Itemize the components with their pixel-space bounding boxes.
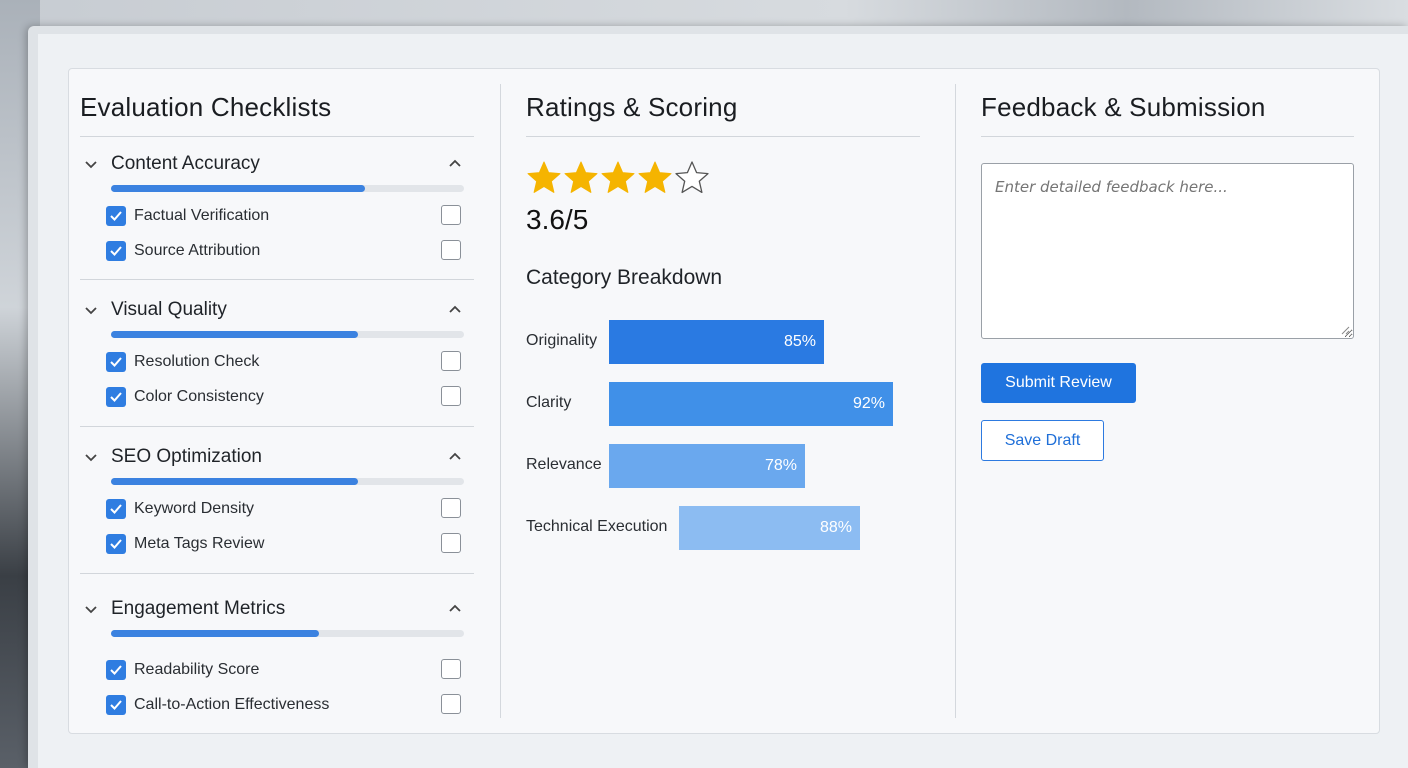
checklist-item-label: Color Consistency <box>134 388 264 405</box>
section-header[interactable]: Engagement Metrics <box>80 595 474 625</box>
section-progress-fill <box>111 478 359 485</box>
section-divider <box>80 279 474 280</box>
checkmark-icon <box>110 504 122 514</box>
section-header[interactable]: Content Accuracy <box>80 150 474 180</box>
category-bar-relevance: 78% <box>609 444 805 488</box>
star-filled-icon[interactable] <box>637 160 673 196</box>
section-title: SEO Optimization <box>111 446 262 467</box>
checkmark-icon <box>110 700 122 710</box>
checkbox-unchecked[interactable] <box>441 533 461 553</box>
chevron-down-icon[interactable] <box>84 451 98 465</box>
checklist-section-engagement-metrics: Engagement Metrics Readability Score Cal… <box>80 595 474 715</box>
section-divider <box>80 426 474 427</box>
checklist-section-seo-optimization: SEO Optimization Keyword Density Meta Ta… <box>80 443 474 554</box>
checkbox-unchecked[interactable] <box>441 240 461 260</box>
submit-review-button[interactable]: Submit Review <box>981 363 1136 403</box>
checklists-title: Evaluation Checklists <box>80 92 332 122</box>
section-progress-fill <box>111 630 320 637</box>
chevron-up-icon[interactable] <box>448 156 462 170</box>
checkbox-unchecked[interactable] <box>441 351 461 371</box>
checklist-item: Resolution Check <box>106 351 462 373</box>
section-progress-bar <box>111 185 464 192</box>
checklist-item: Keyword Density <box>106 498 462 520</box>
checklist-item-label: Keyword Density <box>134 500 255 517</box>
checkbox-checked[interactable] <box>106 352 126 372</box>
save-draft-button[interactable]: Save Draft <box>981 420 1104 461</box>
checkbox-unchecked[interactable] <box>441 694 461 714</box>
checkmark-icon <box>110 392 122 402</box>
score-value: 3.6/5 <box>526 204 589 235</box>
checkbox-unchecked[interactable] <box>441 386 461 406</box>
checkmark-icon <box>110 539 122 549</box>
checkmark-icon <box>110 211 122 221</box>
checkbox-unchecked[interactable] <box>441 205 461 225</box>
feedback-title-rule <box>981 136 1354 137</box>
star-filled-icon[interactable] <box>526 160 562 196</box>
category-bar-clarity: 92% <box>609 382 893 426</box>
section-progress-bar <box>111 630 464 637</box>
section-progress-bar <box>111 331 464 338</box>
checkbox-checked[interactable] <box>106 695 126 715</box>
checkbox-checked[interactable] <box>106 499 126 519</box>
section-title: Visual Quality <box>111 299 227 320</box>
star-empty-icon[interactable] <box>674 160 710 196</box>
star-filled-icon[interactable] <box>563 160 599 196</box>
feedback-textarea[interactable] <box>981 163 1354 339</box>
checklist-item-label: Meta Tags Review <box>134 535 265 552</box>
checklist-item: Readability Score <box>106 659 462 681</box>
chevron-down-icon[interactable] <box>84 304 98 318</box>
checklist-item: Color Consistency <box>106 386 462 408</box>
checkbox-checked[interactable] <box>106 387 126 407</box>
checkmark-icon <box>110 357 122 367</box>
chevron-up-icon[interactable] <box>448 601 462 615</box>
checklist-item-label: Readability Score <box>134 661 260 678</box>
category-label-clarity: Clarity <box>526 394 572 411</box>
category-label-relevance: Relevance <box>526 456 602 473</box>
section-header[interactable]: SEO Optimization <box>80 443 474 473</box>
star-filled-icon[interactable] <box>600 160 636 196</box>
ratings-title-rule <box>526 136 920 137</box>
category-breakdown-title: Category Breakdown <box>526 266 723 289</box>
checklist-item: Meta Tags Review <box>106 533 462 555</box>
checklist-section-visual-quality: Visual Quality Resolution Check Color Co… <box>80 296 474 407</box>
checklist-item: Source Attribution <box>106 240 462 262</box>
column-divider-2 <box>955 84 956 718</box>
section-title: Content Accuracy <box>111 153 260 174</box>
section-progress-fill <box>111 185 366 192</box>
column-divider-1 <box>500 84 501 718</box>
resize-grip-icon[interactable] <box>1340 325 1350 335</box>
checkmark-icon <box>110 246 122 256</box>
checklist-item: Call-to-Action Effectiveness <box>106 694 462 716</box>
chevron-down-icon[interactable] <box>84 158 98 172</box>
section-title: Engagement Metrics <box>111 598 286 619</box>
category-label-technical-execution: Technical Execution <box>526 518 668 535</box>
checklist-item-label: Source Attribution <box>134 242 261 259</box>
checkbox-checked[interactable] <box>106 660 126 680</box>
category-label-originality: Originality <box>526 332 598 349</box>
section-progress-fill <box>111 331 359 338</box>
checkbox-checked[interactable] <box>106 241 126 261</box>
checklist-item-label: Call-to-Action Effectiveness <box>134 696 330 713</box>
section-progress-bar <box>111 478 464 485</box>
checklist-item-label: Factual Verification <box>134 207 270 224</box>
category-bar-technical-execution: 88% <box>679 506 860 550</box>
chevron-down-icon[interactable] <box>84 603 98 617</box>
category-bar-originality: 85% <box>609 320 824 364</box>
checkbox-unchecked[interactable] <box>441 498 461 518</box>
checkbox-unchecked[interactable] <box>441 659 461 679</box>
checklists-title-rule <box>80 136 474 137</box>
checklist-section-content-accuracy: Content Accuracy Factual Verification So… <box>80 150 474 261</box>
checkbox-checked[interactable] <box>106 534 126 554</box>
feedback-title: Feedback & Submission <box>981 92 1266 122</box>
checklist-item-label: Resolution Check <box>134 353 260 370</box>
checkmark-icon <box>110 665 122 675</box>
section-header[interactable]: Visual Quality <box>80 296 474 326</box>
checkbox-checked[interactable] <box>106 206 126 226</box>
ratings-title: Ratings & Scoring <box>526 92 738 122</box>
section-divider <box>80 573 474 574</box>
chevron-up-icon[interactable] <box>448 302 462 316</box>
checklist-item: Factual Verification <box>106 205 462 227</box>
chevron-up-icon[interactable] <box>448 449 462 463</box>
